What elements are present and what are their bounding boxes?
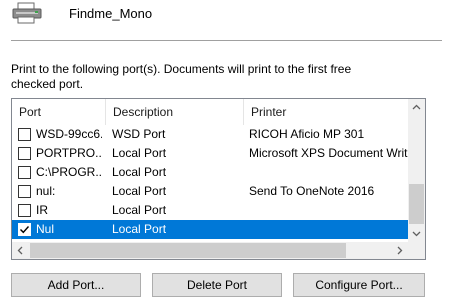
port-name: IR <box>36 203 48 217</box>
port-printer: RICOH Aficio MP 301 <box>249 127 365 141</box>
port-description: Local Port <box>112 165 167 179</box>
divider <box>11 40 442 41</box>
column-header-description[interactable]: Description <box>105 99 242 125</box>
port-checkbox[interactable] <box>18 166 31 179</box>
port-checkbox[interactable] <box>18 128 31 141</box>
list-header: Port Description Printer <box>12 99 409 125</box>
port-checkbox[interactable] <box>18 204 31 217</box>
horizontal-scroll-thumb[interactable] <box>30 243 346 258</box>
port-row[interactable]: Nul Local Port <box>12 220 409 239</box>
port-name: nul: <box>36 184 56 198</box>
check-icon <box>20 226 30 234</box>
port-row[interactable]: PORTPRO... Local Port Microsoft XPS Docu… <box>12 144 409 163</box>
scrollbar-corner <box>408 242 425 259</box>
port-printer: Microsoft XPS Document Writ <box>249 146 408 160</box>
port-row[interactable]: IR Local Port <box>12 201 409 220</box>
printer-header: Findme_Mono <box>11 0 441 26</box>
port-row[interactable]: nul: Local Port Send To OneNote 2016 <box>12 182 409 201</box>
add-port-button[interactable]: Add Port... <box>11 273 141 297</box>
port-checkbox[interactable] <box>18 223 31 236</box>
port-description: Local Port <box>112 222 167 236</box>
port-name: WSD-99cc6... <box>36 127 102 141</box>
port-list[interactable]: Port Description Printer WSD-99cc6... WS… <box>11 98 426 260</box>
port-row[interactable]: C:\PROGR... Local Port <box>12 163 409 182</box>
port-description: Local Port <box>112 184 167 198</box>
port-name: PORTPRO... <box>36 146 102 160</box>
port-name: C:\PROGR... <box>36 165 102 179</box>
port-rows: WSD-99cc6... WSD Port RICOH Aficio MP 30… <box>12 125 409 239</box>
port-checkbox[interactable] <box>18 147 31 160</box>
port-printer: Send To OneNote 2016 <box>249 184 375 198</box>
vertical-scrollbar[interactable] <box>408 99 425 242</box>
port-checkbox[interactable] <box>18 185 31 198</box>
horizontal-scrollbar[interactable] <box>12 242 425 259</box>
scroll-left-icon[interactable] <box>12 242 29 259</box>
port-description: WSD Port <box>112 127 166 141</box>
port-description: Local Port <box>112 146 167 160</box>
scroll-down-icon[interactable] <box>408 225 425 242</box>
delete-port-button[interactable]: Delete Port <box>152 273 282 297</box>
port-description: Local Port <box>112 203 167 217</box>
scroll-up-icon[interactable] <box>408 99 425 116</box>
port-name: Nul <box>36 222 55 236</box>
instruction-text: Print to the following port(s). Document… <box>11 62 352 91</box>
scroll-right-icon[interactable] <box>391 242 408 259</box>
column-header-printer[interactable]: Printer <box>243 99 409 125</box>
configure-port-button[interactable]: Configure Port... <box>293 273 425 297</box>
port-row[interactable]: WSD-99cc6... WSD Port RICOH Aficio MP 30… <box>12 125 409 144</box>
vertical-scroll-thumb[interactable] <box>409 184 424 224</box>
column-header-port[interactable]: Port <box>12 99 104 125</box>
printer-icon <box>11 2 45 24</box>
printer-name: Findme_Mono <box>69 6 153 21</box>
